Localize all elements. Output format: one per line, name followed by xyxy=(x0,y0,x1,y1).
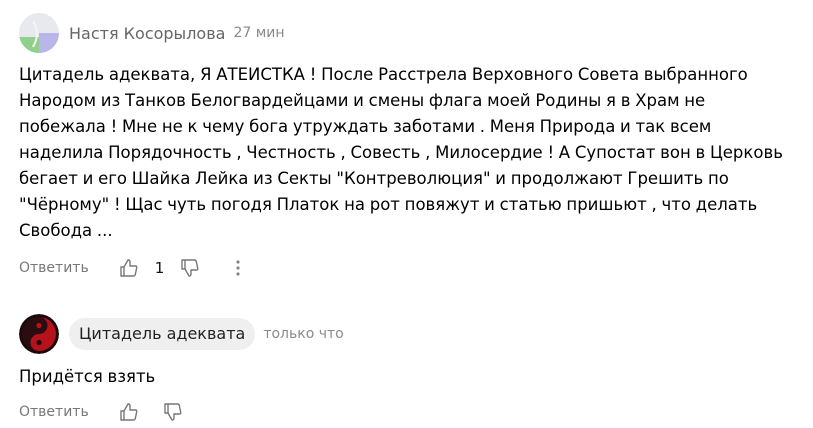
comment-text: Цитадель адеквата, Я АТЕИСТКА ! После Ра… xyxy=(19,65,783,240)
comment-timestamp: 27 мин xyxy=(233,25,285,41)
comment-timestamp: только что xyxy=(263,326,344,342)
comment-header: Настя Косорылова 27 мин xyxy=(19,13,793,53)
avatar[interactable] xyxy=(19,13,59,53)
author-name[interactable]: Настя Косорылова xyxy=(69,24,225,43)
reply-button[interactable]: Ответить xyxy=(19,404,89,420)
reply-button[interactable]: Ответить xyxy=(19,260,89,276)
comment-actions: Ответить 1 xyxy=(19,256,793,280)
comment: Цитадель адеквата только что Придётся вз… xyxy=(19,314,793,424)
dislike-icon[interactable] xyxy=(178,256,202,280)
author-name[interactable]: Цитадель адеквата xyxy=(69,318,256,350)
avatar[interactable] xyxy=(19,314,59,354)
comment-header: Цитадель адеквата только что xyxy=(19,314,793,354)
comment-text: Придётся взять xyxy=(19,367,156,386)
like-icon[interactable] xyxy=(117,400,141,424)
comment-actions: Ответить xyxy=(19,400,793,424)
dislike-icon[interactable] xyxy=(161,400,185,424)
like-icon[interactable] xyxy=(117,256,141,280)
more-icon[interactable] xyxy=(226,256,250,280)
like-count: 1 xyxy=(154,259,165,277)
comment: Настя Косорылова 27 мин Цитадель адекват… xyxy=(19,13,793,280)
